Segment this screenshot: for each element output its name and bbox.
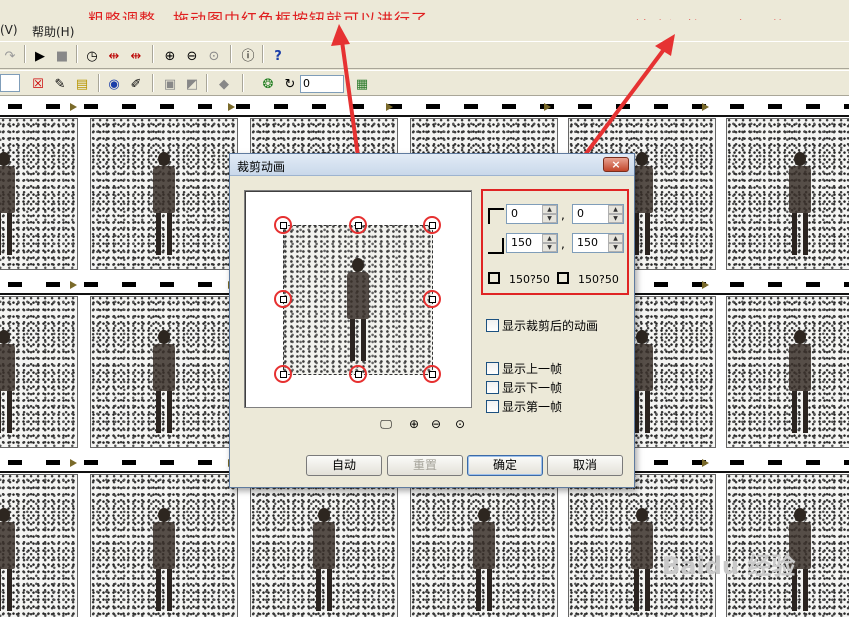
zoom-out-icon[interactable]: ⊖ <box>428 416 444 432</box>
zoom-fit-icon[interactable]: ⊙ <box>204 46 224 66</box>
crop-preview[interactable] <box>244 190 472 408</box>
bottom-right-y-spinner[interactable]: 150 ▲ ▼ <box>572 233 624 253</box>
show-prev-frame-checkbox[interactable]: 显示上一帧 <box>486 360 562 377</box>
annotation-circle <box>349 365 367 383</box>
spin-up-icon[interactable]: ▲ <box>542 205 557 214</box>
frame-selector-input[interactable] <box>0 74 20 92</box>
annotation-circle <box>274 365 292 383</box>
image-size-text: 150?50 <box>578 273 619 286</box>
spin-down-icon[interactable]: ▼ <box>542 214 557 223</box>
annotation-circle <box>423 290 441 308</box>
monitor-icon[interactable]: 🖵 <box>378 416 394 432</box>
spin-up-icon[interactable]: ▲ <box>608 234 623 243</box>
toolbar-separator <box>206 74 208 92</box>
comma: , <box>561 208 565 222</box>
effects-icon[interactable]: ❂ <box>258 74 278 94</box>
toolbar-separator <box>98 74 100 92</box>
animation-frame-thumbnail[interactable] <box>90 474 238 617</box>
ok-button[interactable]: 确定 <box>467 455 543 476</box>
zoom-fit-icon[interactable]: ⊙ <box>452 416 468 432</box>
reset-button[interactable]: 重置 <box>387 455 463 476</box>
redo-icon[interactable]: ↷ <box>0 46 20 66</box>
help-icon[interactable]: ? <box>268 46 288 66</box>
resize-icon[interactable]: ▣ <box>160 74 180 94</box>
crop-size-icon <box>488 272 500 284</box>
annotation-circle <box>423 365 441 383</box>
menu-view[interactable]: (V) <box>0 23 18 37</box>
toolbar-separator <box>230 45 232 63</box>
toolbar-separator <box>152 74 154 92</box>
animation-frame-thumbnail[interactable] <box>726 118 849 270</box>
image-size-icon <box>557 272 569 284</box>
close-button[interactable]: × <box>603 157 629 172</box>
select-frame-icon[interactable]: ◉ <box>104 74 124 94</box>
crop-icon[interactable]: ◆ <box>214 74 234 94</box>
toolbar-edit: ☒ ✎ ▤ ◉ ✐ ▣ ◩ ◆ ❂ ↻ 0 ▦ <box>0 70 849 96</box>
frames-left-icon[interactable]: ⇹ <box>104 46 124 66</box>
annotation-circle <box>274 290 292 308</box>
annotation-circle <box>423 216 441 234</box>
crop-size-text: 150?50 <box>509 273 550 286</box>
crop-rectangle[interactable] <box>283 225 433 375</box>
zoom-in-icon[interactable]: ⊕ <box>406 416 422 432</box>
top-left-corner-icon <box>488 208 504 224</box>
refresh-icon[interactable]: ↻ <box>280 74 300 94</box>
spin-down-icon[interactable]: ▼ <box>542 243 557 252</box>
delete-frame-icon[interactable]: ☒ <box>28 74 48 94</box>
toolbar-separator <box>152 45 154 63</box>
bottom-right-x-spinner[interactable]: 150 ▲ ▼ <box>506 233 558 253</box>
frames-right-icon[interactable]: ⇹ <box>126 46 146 66</box>
dialog-titlebar[interactable]: 裁剪动画 × <box>230 154 634 176</box>
baidu-watermark: Baidu 经验 <box>662 552 796 580</box>
animation-frame-thumbnail[interactable] <box>726 296 849 448</box>
dialog-title: 裁剪动画 <box>237 160 286 174</box>
animation-frame-thumbnail[interactable] <box>0 296 78 448</box>
annotation-circle <box>349 216 367 234</box>
auto-button[interactable]: 自动 <box>306 455 382 476</box>
rotate-icon[interactable]: ◩ <box>182 74 202 94</box>
menu-help[interactable]: 帮助(H) <box>32 23 74 40</box>
spin-down-icon[interactable]: ▼ <box>608 243 623 252</box>
film-perforation-strip <box>0 98 849 116</box>
animation-frame-thumbnail[interactable] <box>250 474 398 617</box>
spin-down-icon[interactable]: ▼ <box>608 214 623 223</box>
info-icon[interactable]: ⓘ <box>238 46 258 66</box>
toolbar-separator <box>24 45 26 63</box>
animation-frame-thumbnail[interactable] <box>0 474 78 617</box>
animation-frame-thumbnail[interactable] <box>90 296 238 448</box>
animation-frame-thumbnail[interactable] <box>0 118 78 270</box>
crop-animation-dialog: 裁剪动画 × 🖵 ⊕ ⊖ ⊙ 0 ▲ ▼ , 0 ▲ ▼ 150 ▲ ▼ , 150 ▲ ▼ <box>229 153 635 488</box>
clock-icon[interactable]: ◷ <box>82 46 102 66</box>
bottom-right-corner-icon <box>488 238 504 254</box>
animation-frame-thumbnail[interactable] <box>90 118 238 270</box>
toolbar-separator <box>242 74 244 92</box>
annotation-circle <box>274 216 292 234</box>
note-icon[interactable]: ▤ <box>72 74 92 94</box>
stop-icon[interactable]: ■ <box>52 46 72 66</box>
zoom-out-icon[interactable]: ⊖ <box>182 46 202 66</box>
spin-up-icon[interactable]: ▲ <box>542 234 557 243</box>
cancel-button[interactable]: 取消 <box>547 455 623 476</box>
frame-delay-input[interactable]: 0 <box>300 75 344 93</box>
edit-frame-icon[interactable]: ✎ <box>50 74 70 94</box>
toolbar-playback: ↷ ▶ ■ ◷ ⇹ ⇹ ⊕ ⊖ ⊙ ⓘ ? <box>0 41 849 69</box>
toolbar-separator <box>76 45 78 63</box>
menubar: (V) 帮助(H) <box>0 20 849 40</box>
zoom-in-icon[interactable]: ⊕ <box>160 46 180 66</box>
top-left-y-spinner[interactable]: 0 ▲ ▼ <box>572 204 624 224</box>
comma: , <box>561 237 565 251</box>
image-settings-icon[interactable]: ▦ <box>352 74 372 94</box>
spin-up-icon[interactable]: ▲ <box>608 205 623 214</box>
show-next-frame-checkbox[interactable]: 显示下一帧 <box>486 379 562 396</box>
show-first-frame-checkbox[interactable]: 显示第一帧 <box>486 398 562 415</box>
animation-frame-thumbnail[interactable] <box>410 474 558 617</box>
top-left-x-spinner[interactable]: 0 ▲ ▼ <box>506 204 558 224</box>
toolbar-separator <box>262 45 264 63</box>
play-icon[interactable]: ▶ <box>30 46 50 66</box>
show-cropped-checkbox[interactable]: 显示裁剪后的动画 <box>486 317 598 334</box>
pen-icon[interactable]: ✐ <box>126 74 146 94</box>
